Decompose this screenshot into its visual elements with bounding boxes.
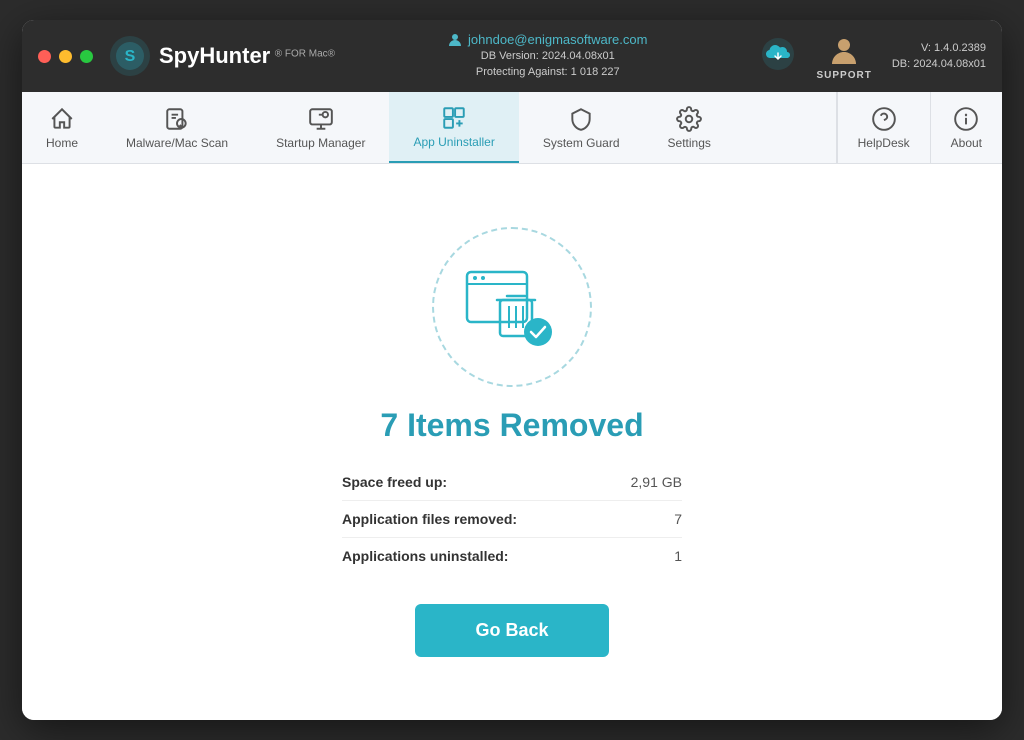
stat-label-space: Space freed up:	[342, 464, 605, 501]
user-icon	[448, 33, 462, 47]
nav-system-guard[interactable]: System Guard	[519, 92, 644, 163]
uninstall-result-icon	[462, 262, 562, 352]
minimize-button[interactable]	[59, 50, 72, 63]
stat-label-files: Application files removed:	[342, 501, 605, 538]
nav-settings-label: Settings	[668, 136, 711, 150]
stats-table: Space freed up: 2,91 GB Application file…	[342, 464, 682, 574]
nav-startup-label: Startup Manager	[276, 136, 365, 150]
support-label: SUPPORT	[816, 70, 871, 81]
stat-value-apps: 1	[605, 538, 682, 575]
close-button[interactable]	[38, 50, 51, 63]
protecting-label: Protecting Against: 1 018 227	[476, 66, 620, 78]
stat-row-files: Application files removed: 7	[342, 501, 682, 538]
nav-bar: Home Malware/Mac Scan Startup Manager	[22, 92, 1002, 164]
svg-text:S: S	[125, 48, 136, 65]
title-center-info: johndoe@enigmasoftware.com DB Version: 2…	[448, 32, 647, 80]
version-info: V: 1.4.0.2389 DB: 2024.04.08x01	[892, 40, 986, 73]
version-text: V: 1.4.0.2389	[892, 40, 986, 57]
title-right: SUPPORT V: 1.4.0.2389 DB: 2024.04.08x01	[760, 32, 986, 81]
stat-row-apps: Applications uninstalled: 1	[342, 538, 682, 575]
nav-uninstaller-label: App Uninstaller	[413, 135, 494, 149]
spyhunter-logo-icon: S	[109, 35, 151, 77]
user-email: johndoe@enigmasoftware.com	[448, 32, 647, 47]
about-icon	[953, 106, 979, 132]
window-controls	[38, 50, 93, 63]
stat-label-apps: Applications uninstalled:	[342, 538, 605, 575]
nav-about-label: About	[951, 136, 982, 150]
db-info: DB Version: 2024.04.08x01 Protecting Aga…	[476, 49, 620, 80]
logo-area: S SpyHunter ® FOR Mac®	[109, 35, 335, 77]
maximize-button[interactable]	[80, 50, 93, 63]
nav-malware-label: Malware/Mac Scan	[126, 136, 228, 150]
nav-startup-manager[interactable]: Startup Manager	[252, 92, 389, 163]
nav-helpdesk-label: HelpDesk	[858, 136, 910, 150]
result-title: 7 Items Removed	[380, 407, 643, 444]
nav-home-label: Home	[46, 136, 78, 150]
home-icon	[49, 106, 75, 132]
nav-settings[interactable]: Settings	[644, 92, 735, 163]
nav-helpdesk[interactable]: HelpDesk	[837, 92, 930, 163]
nav-app-uninstaller[interactable]: App Uninstaller	[389, 92, 518, 163]
result-icon-circle	[432, 227, 592, 387]
go-back-button[interactable]: Go Back	[415, 604, 608, 657]
nav-about[interactable]: About	[930, 92, 1002, 163]
logo-text: SpyHunter ® FOR Mac®	[159, 43, 335, 69]
support-icon	[826, 32, 862, 68]
malware-scan-icon	[164, 106, 190, 132]
support-button[interactable]: SUPPORT	[816, 32, 871, 81]
db-short-text: DB: 2024.04.08x01	[892, 56, 986, 73]
cloud-download-icon	[760, 36, 796, 72]
helpdesk-icon	[871, 106, 897, 132]
nav-right: HelpDesk About	[836, 92, 1002, 163]
settings-icon	[676, 106, 702, 132]
stat-row-space: Space freed up: 2,91 GB	[342, 464, 682, 501]
nav-system-guard-label: System Guard	[543, 136, 620, 150]
startup-icon	[308, 106, 334, 132]
download-icon[interactable]	[760, 36, 796, 77]
title-bar: S SpyHunter ® FOR Mac® johndoe@enigmasof…	[22, 20, 1002, 92]
db-version-label: DB Version: 2024.04.08x01	[481, 50, 615, 62]
main-window: S SpyHunter ® FOR Mac® johndoe@enigmasof…	[22, 20, 1002, 720]
nav-home[interactable]: Home	[22, 92, 102, 163]
stat-value-space: 2,91 GB	[605, 464, 682, 501]
nav-malware-scan[interactable]: Malware/Mac Scan	[102, 92, 252, 163]
nav-spacer	[735, 92, 836, 163]
stat-value-files: 7	[605, 501, 682, 538]
system-guard-icon	[568, 106, 594, 132]
main-content: 7 Items Removed Space freed up: 2,91 GB …	[22, 164, 1002, 720]
app-uninstaller-icon	[441, 105, 467, 131]
email-text: johndoe@enigmasoftware.com	[468, 32, 647, 47]
